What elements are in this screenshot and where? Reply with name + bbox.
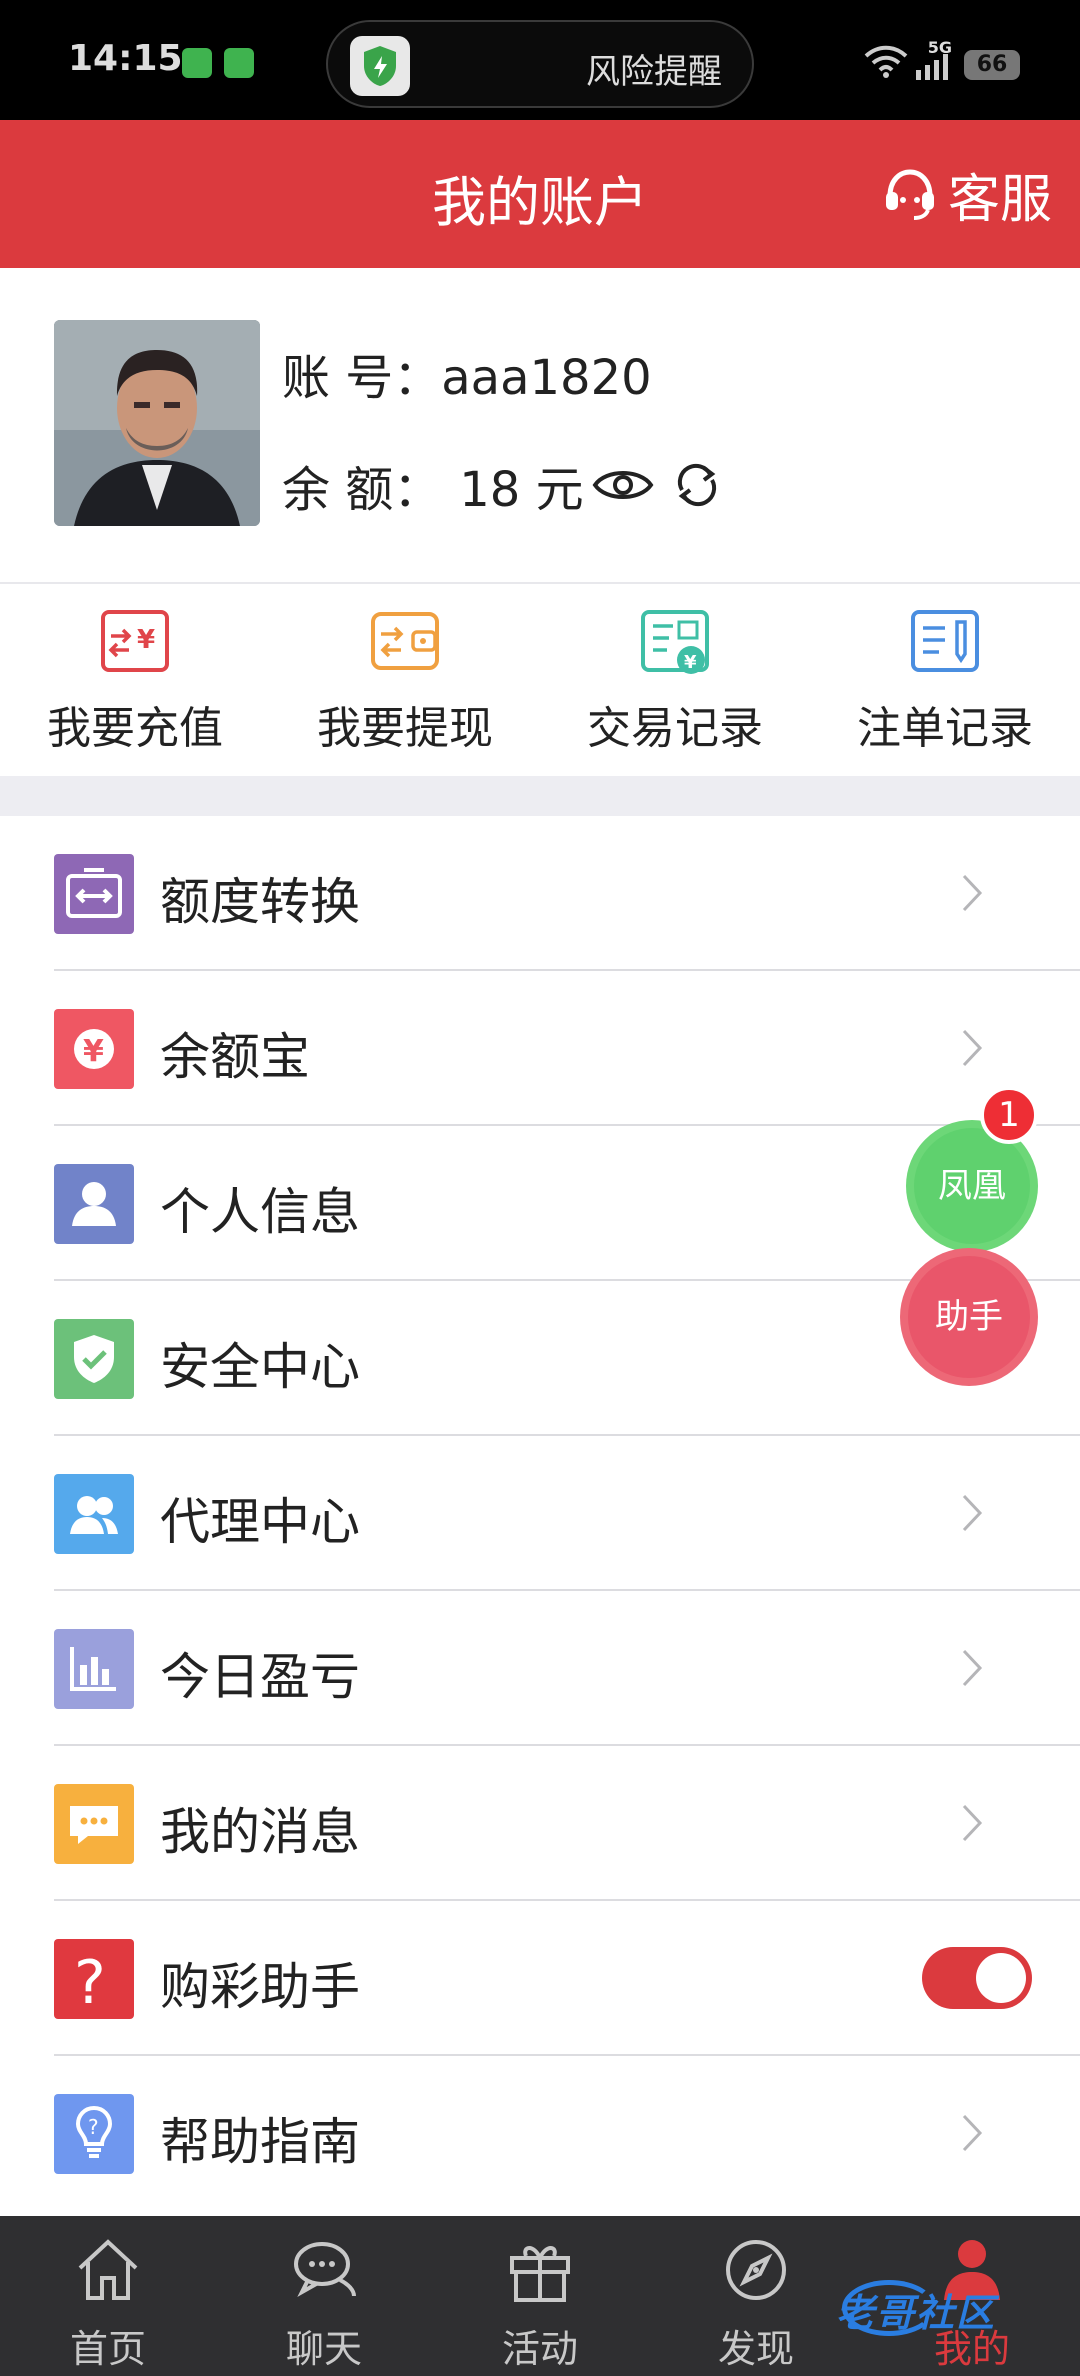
withdraw-button[interactable]: 我要提现 <box>270 584 540 776</box>
menu-label: 我的消息 <box>160 1803 360 1861</box>
battery-indicator: 66 <box>964 50 1020 80</box>
risk-alert-text: 风险提醒 <box>586 52 722 92</box>
app-header: 我的账户 客服 <box>0 120 1080 268</box>
bet-record-label: 注单记录 <box>857 703 1033 754</box>
chat-icon <box>294 2242 356 2297</box>
nav-chat-label: 聊天 <box>285 2327 362 2371</box>
group-icon <box>54 1474 134 1554</box>
svg-text:¥: ¥ <box>83 1034 104 1069</box>
transaction-record-label: 交易记录 <box>587 703 763 754</box>
chevron-right-icon <box>962 874 983 912</box>
menu-label: 购彩助手 <box>160 1958 360 2016</box>
transaction-record-icon: ¥ <box>641 610 709 674</box>
chevron-right-icon <box>962 1029 983 1067</box>
menu-item-help-guide[interactable]: ? 帮助指南 <box>0 2056 1080 2211</box>
lottery-assistant-toggle[interactable] <box>922 1947 1032 2009</box>
chevron-right-icon <box>962 1804 983 1842</box>
wifi-icon <box>864 45 908 78</box>
avatar[interactable] <box>54 320 260 526</box>
yen-icon: ¥ <box>54 1009 134 1089</box>
gift-icon <box>510 2246 570 2302</box>
menu-item-today-profit[interactable]: 今日盈亏 <box>0 1591 1080 1746</box>
menu-label: 余额宝 <box>160 1028 310 1086</box>
home-icon <box>78 2239 138 2300</box>
transfer-icon <box>54 854 134 934</box>
recharge-button[interactable]: ¥ 我要充值 <box>0 584 270 776</box>
menu-item-my-messages[interactable]: 我的消息 <box>0 1746 1080 1901</box>
message-icon <box>54 1784 134 1864</box>
nav-activity-label: 活动 <box>501 2327 578 2371</box>
menu-label: 个人信息 <box>160 1183 360 1241</box>
chevron-right-icon <box>962 1649 983 1687</box>
watermark-text: 老哥社区 <box>836 2291 997 2335</box>
balance-label: 余 额： <box>282 462 442 518</box>
menu-label: 今日盈亏 <box>160 1648 360 1706</box>
menu-item-agent-center[interactable]: 代理中心 <box>0 1436 1080 1591</box>
balance-row: 余 额： 18 元 <box>282 450 722 520</box>
status-time: 14:15 <box>68 38 183 79</box>
headset-icon <box>885 169 934 220</box>
shield-check-icon <box>54 1319 134 1399</box>
transaction-record-button[interactable]: ¥ 交易记录 <box>540 584 810 776</box>
balance-value: 18 元 <box>459 462 584 518</box>
quick-actions: ¥ 我要充值 我要提现 ¥ 交易记录 注单记录 <box>0 584 1080 776</box>
nav-discover[interactable]: 发现 <box>648 2216 864 2376</box>
nav-home-label: 首页 <box>69 2327 146 2371</box>
menu-label: 安全中心 <box>160 1338 360 1396</box>
account-value: aaa1820 <box>441 350 652 406</box>
status-bar: 14:15 风险提醒 5G 66 <box>0 0 1080 120</box>
nav-discover-label: 发现 <box>717 2327 794 2371</box>
bet-record-button[interactable]: 注单记录 <box>810 584 1080 776</box>
menu-label: 帮助指南 <box>160 2113 360 2171</box>
svg-text:¥: ¥ <box>684 652 697 673</box>
account-label: 账 号： <box>282 350 442 406</box>
section-divider <box>0 776 1080 816</box>
security-app-icon <box>182 48 212 78</box>
user-icon <box>54 1164 134 1244</box>
eye-icon[interactable] <box>592 465 654 505</box>
question-icon: ? <box>54 1939 134 2019</box>
shield-icon <box>350 36 410 96</box>
notification-badge: 1 <box>980 1086 1038 1144</box>
compass-icon <box>726 2240 786 2300</box>
account-row: 账 号：aaa1820 <box>282 338 652 408</box>
svg-text:?: ? <box>74 1948 106 2018</box>
customer-service-button[interactable]: 客服 <box>882 156 1052 232</box>
refresh-icon[interactable] <box>672 460 722 510</box>
nav-activity[interactable]: 活动 <box>432 2216 648 2376</box>
nav-chat[interactable]: 聊天 <box>216 2216 432 2376</box>
profile-card: 账 号：aaa1820 余 额： 18 元 <box>0 268 1080 584</box>
customer-service-label: 客服 <box>947 169 1052 230</box>
bar-chart-icon <box>54 1629 134 1709</box>
menu-item-balance-treasure[interactable]: ¥ 余额宝 <box>0 971 1080 1126</box>
menu-item-transfer[interactable]: 额度转换 <box>0 816 1080 971</box>
menu-item-lottery-assistant: ? 购彩助手 <box>0 1901 1080 2056</box>
chevron-right-icon <box>962 1494 983 1532</box>
recharge-label: 我要充值 <box>47 703 223 754</box>
withdraw-label: 我要提现 <box>317 703 493 754</box>
menu-label: 代理中心 <box>160 1493 360 1551</box>
recharge-icon: ¥ <box>101 610 169 672</box>
bet-record-icon <box>911 610 979 672</box>
bulb-icon: ? <box>54 2094 134 2174</box>
menu-label: 额度转换 <box>160 873 360 931</box>
assistant-float-button[interactable]: 助手 <box>900 1248 1038 1386</box>
chevron-right-icon <box>962 2114 983 2152</box>
withdraw-wallet-icon <box>371 612 439 670</box>
svg-text:?: ? <box>88 2115 99 2139</box>
signal-icon <box>916 54 948 80</box>
svg-text:¥: ¥ <box>137 625 155 655</box>
risk-alert-pill[interactable]: 风险提醒 <box>326 20 754 108</box>
nav-home[interactable]: 首页 <box>0 2216 216 2376</box>
phone-app-icon <box>224 48 254 78</box>
